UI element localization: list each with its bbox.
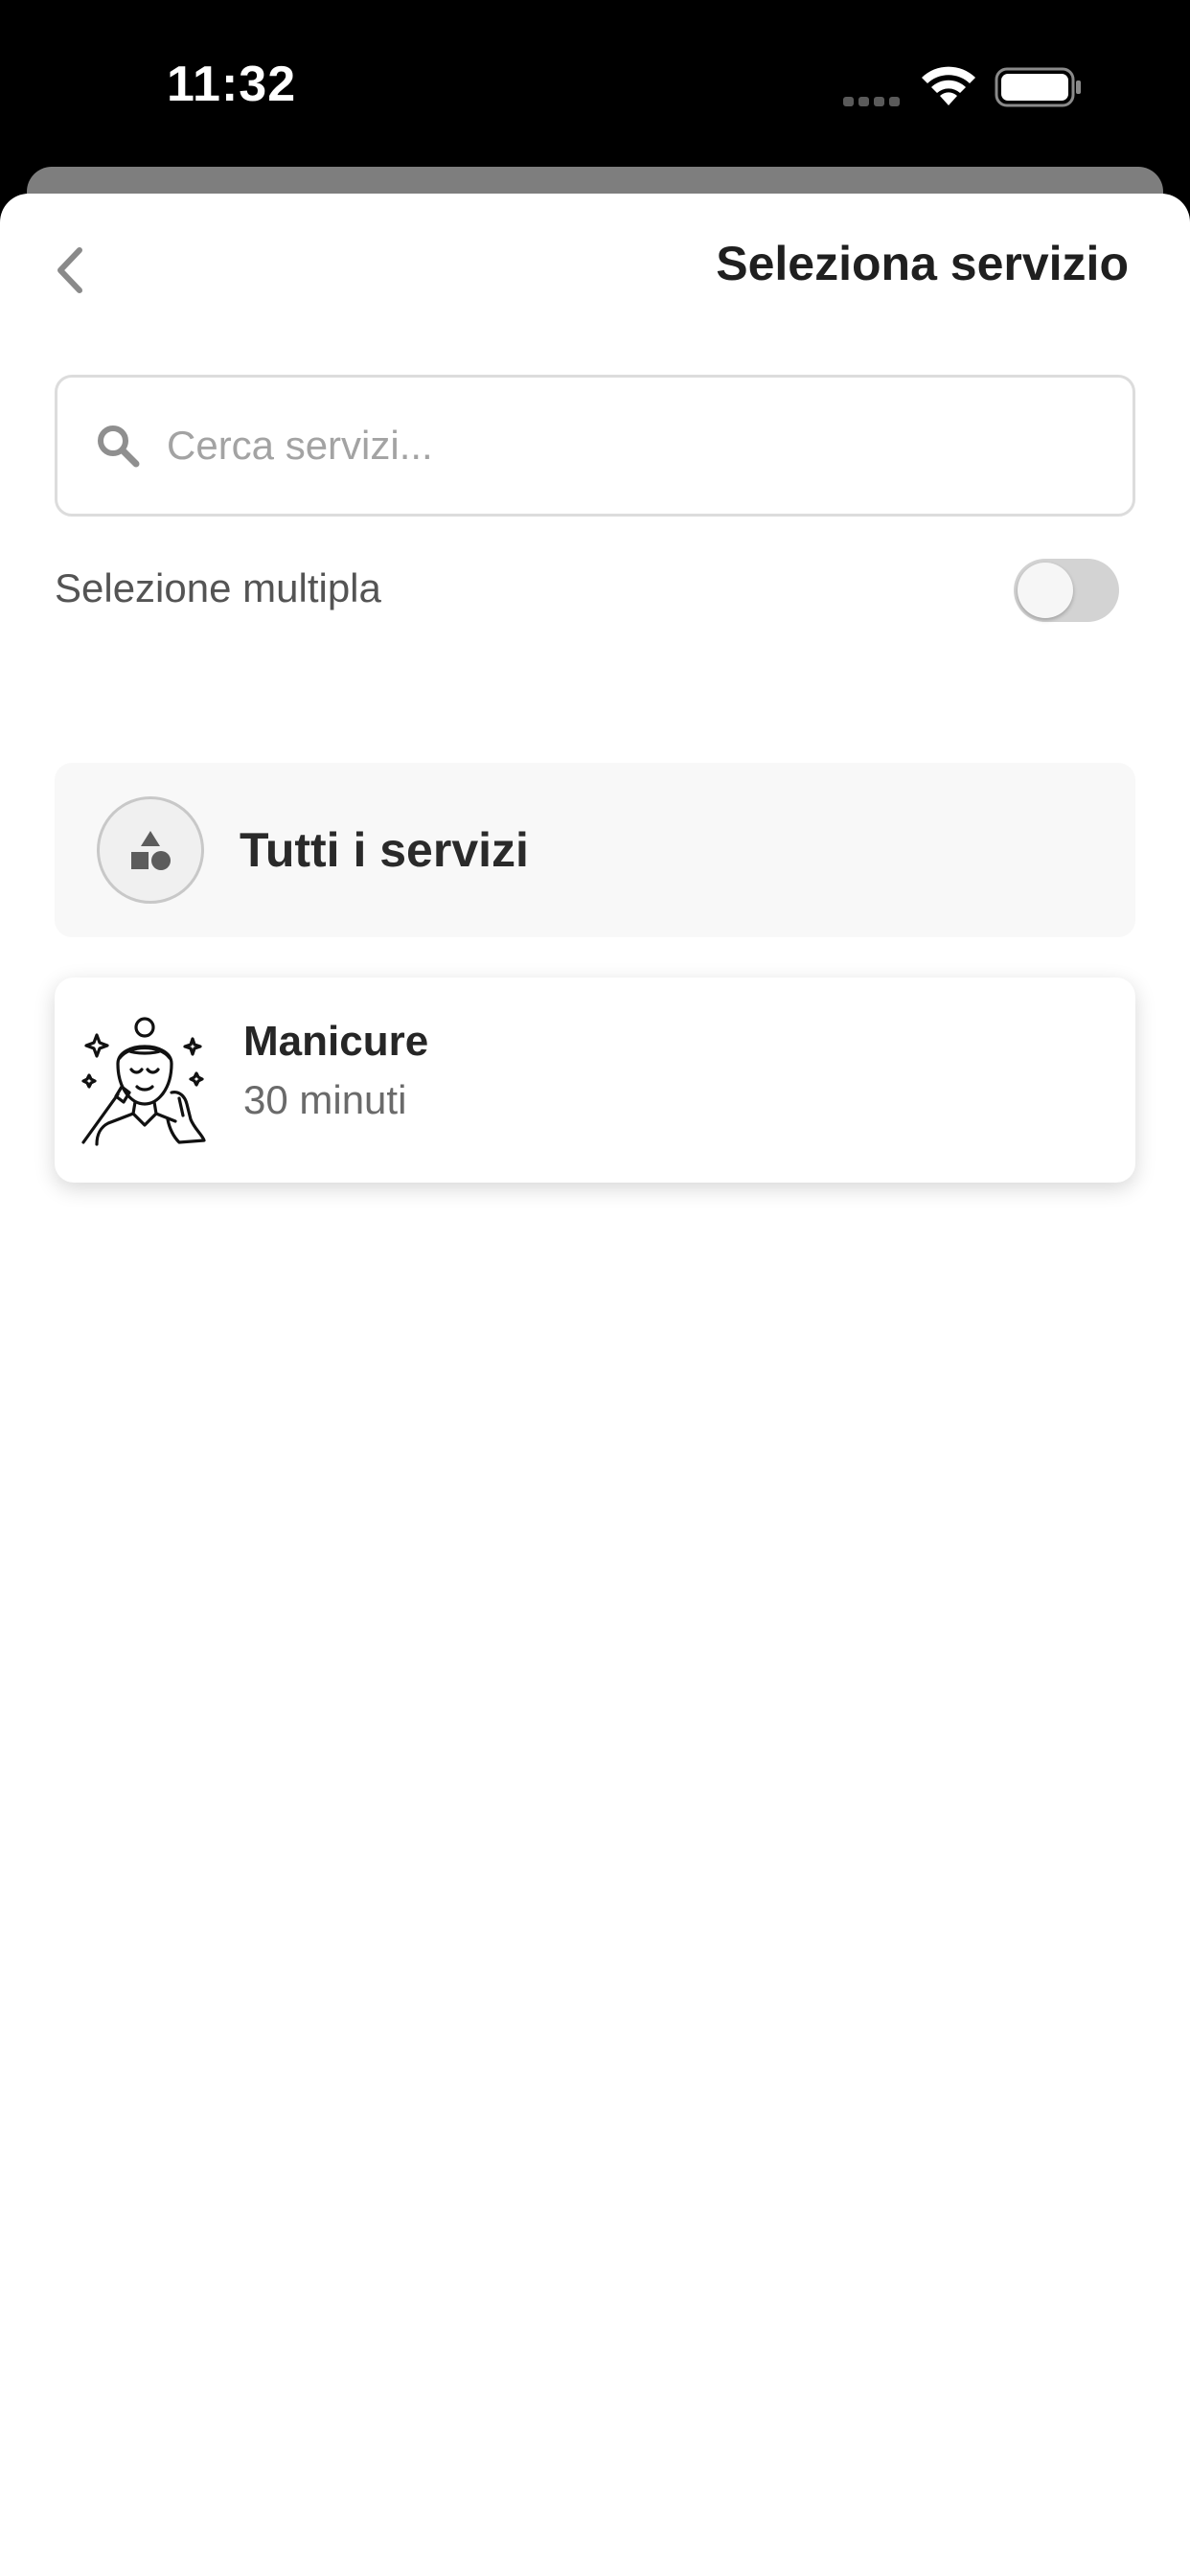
battery-icon	[995, 67, 1081, 107]
multi-select-toggle[interactable]	[1014, 559, 1119, 622]
status-time: 11:32	[167, 57, 297, 112]
all-services-item[interactable]: Tutti i servizi	[55, 763, 1135, 937]
all-services-label: Tutti i servizi	[240, 823, 529, 877]
shapes-icon	[97, 796, 204, 904]
wifi-icon	[922, 66, 975, 105]
service-duration: 30 minuti	[243, 1077, 407, 1122]
service-name: Manicure	[243, 1018, 429, 1065]
search-icon	[98, 426, 140, 468]
service-card-manicure[interactable]: Manicure 30 minuti	[55, 978, 1135, 1183]
status-bar: 11:32	[0, 0, 1190, 168]
multi-select-label: Selezione multipla	[55, 565, 381, 610]
chevron-left-icon	[57, 247, 82, 293]
select-service-sheet: Seleziona servizio Selezione multipla Tu…	[0, 194, 1190, 2576]
cellular-signal-icon	[843, 94, 904, 106]
woman-beauty-illustration-icon	[81, 1017, 206, 1146]
search-box[interactable]	[55, 375, 1135, 517]
search-input[interactable]	[165, 378, 1104, 514]
back-button[interactable]	[46, 240, 92, 301]
page-title: Seleziona servizio	[716, 237, 1129, 290]
toggle-knob	[1018, 563, 1073, 618]
